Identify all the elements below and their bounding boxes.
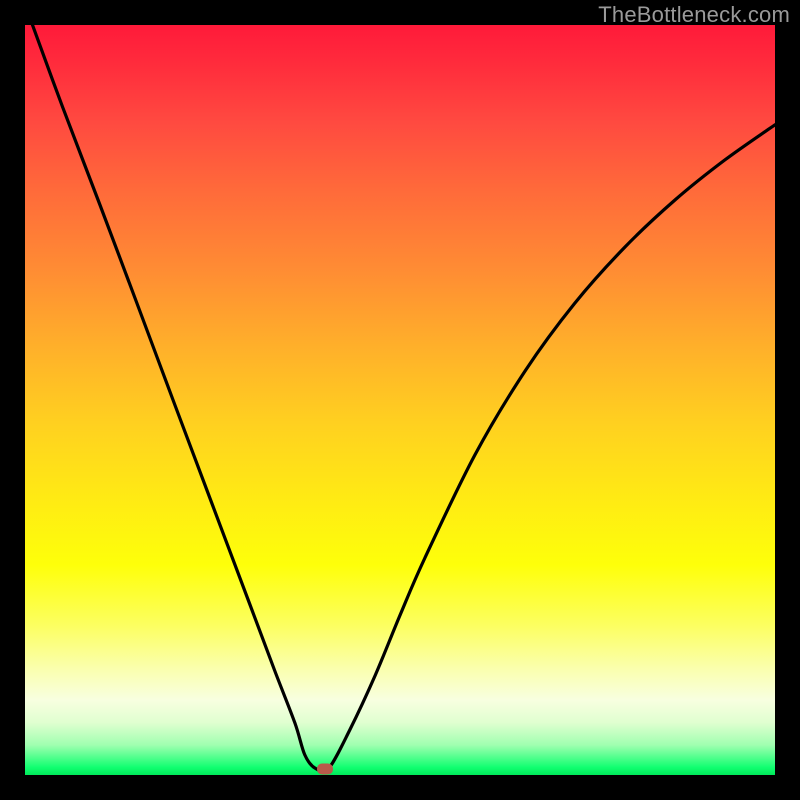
chart-frame: TheBottleneck.com [0, 0, 800, 800]
bottleneck-curve [33, 25, 776, 772]
minimum-marker [317, 764, 333, 775]
watermark-text: TheBottleneck.com [598, 2, 790, 28]
plot-area [25, 25, 775, 775]
curve-layer [25, 25, 775, 775]
